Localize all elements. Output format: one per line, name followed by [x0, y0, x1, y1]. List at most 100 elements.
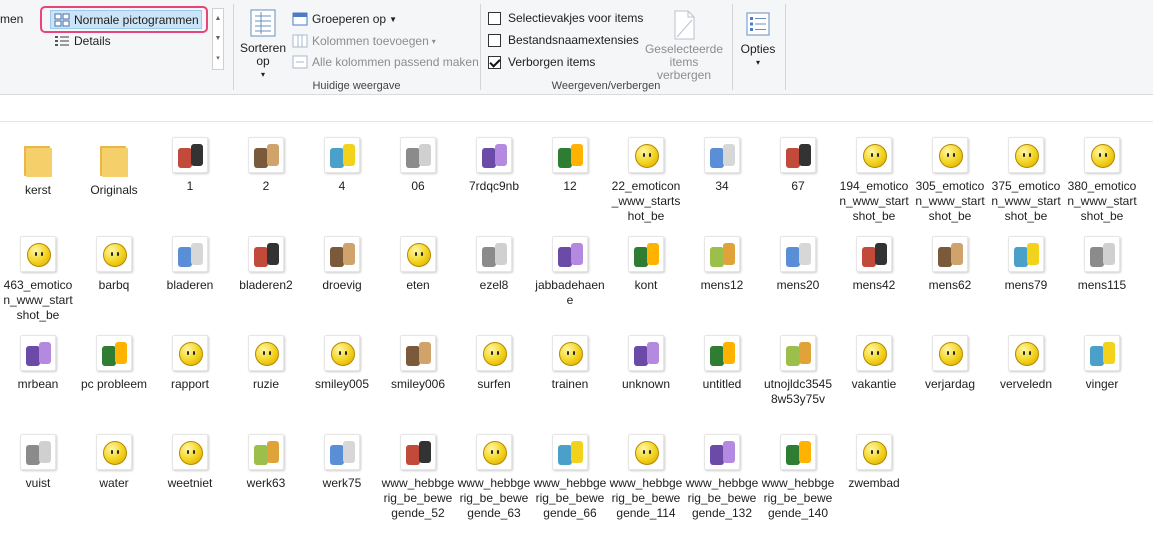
file-item[interactable]: vuist: [1, 434, 75, 491]
file-item[interactable]: 34: [685, 137, 759, 194]
file-item[interactable]: unknown: [609, 335, 683, 392]
file-name: kont: [634, 278, 658, 292]
file-item[interactable]: www_hebbgerig_be_bewegende_140: [761, 434, 835, 521]
file-item[interactable]: Originals: [77, 137, 151, 198]
hidden-items-toggle[interactable]: Verborgen items: [488, 55, 595, 69]
file-item[interactable]: 305_emoticon_www_startshot_be: [913, 137, 987, 224]
group-by-button[interactable]: Groeperen op ▼: [292, 11, 397, 27]
file-item[interactable]: 1: [153, 137, 227, 194]
file-item[interactable]: www_hebbgerig_be_bewegende_114: [609, 434, 683, 521]
file-extensions-checkbox[interactable]: [488, 33, 501, 47]
file-item[interactable]: mens115: [1065, 236, 1139, 293]
normal-icons-button[interactable]: Normale pictogrammen: [54, 12, 199, 28]
file-name: www_hebbgerig_be_bewegende_114: [609, 476, 683, 520]
file-item[interactable]: 463_emoticon_www_startshot_be: [1, 236, 75, 323]
scroll-down-icon[interactable]: ▼: [215, 29, 222, 49]
file-item[interactable]: 375_emoticon_www_startshot_be: [989, 137, 1063, 224]
file-item[interactable]: mens62: [913, 236, 987, 293]
file-item[interactable]: bladeren: [153, 236, 227, 293]
file-item[interactable]: werk75: [305, 434, 379, 491]
file-item[interactable]: ezel8: [457, 236, 531, 293]
item-checkboxes-toggle[interactable]: Selectievakjes voor items: [488, 11, 643, 25]
smiley-thumbnail-icon: [400, 236, 436, 272]
image-thumbnail-icon: [20, 335, 56, 371]
smiley-thumbnail-icon: [324, 335, 360, 371]
add-columns-button[interactable]: Kolommen toevoegen ▾: [292, 33, 436, 49]
file-item[interactable]: 06: [381, 137, 455, 194]
hide-selected-button[interactable]: Geselecteerde items verbergen: [639, 10, 729, 82]
file-item[interactable]: kerst: [1, 137, 75, 198]
layout-gallery-scroller[interactable]: ▲ ▼ ▾: [212, 8, 224, 70]
file-item[interactable]: trainen: [533, 335, 607, 392]
scroll-up-icon[interactable]: ▲: [215, 9, 222, 29]
file-item[interactable]: bladeren2: [229, 236, 303, 293]
file-item[interactable]: 380_emoticon_www_startshot_be: [1065, 137, 1139, 224]
file-item[interactable]: rapport: [153, 335, 227, 392]
sort-by-button[interactable]: Sorteren op ▾: [240, 8, 286, 81]
file-item[interactable]: pc probleem: [77, 335, 151, 392]
file-item[interactable]: 12: [533, 137, 607, 194]
file-item[interactable]: smiley005: [305, 335, 379, 392]
chevron-down-icon: ▼: [389, 14, 397, 24]
file-item[interactable]: vakantie: [837, 335, 911, 392]
file-item[interactable]: jabbadehaene: [533, 236, 607, 308]
file-item[interactable]: www_hebbgerig_be_bewegende_132: [685, 434, 759, 521]
file-item[interactable]: verjardag: [913, 335, 987, 392]
size-all-columns-button[interactable]: Alle kolommen passend maken: [292, 54, 479, 70]
file-item[interactable]: verveledn: [989, 335, 1063, 392]
file-item[interactable]: vinger: [1065, 335, 1139, 392]
file-item[interactable]: www_hebbgerig_be_bewegende_66: [533, 434, 607, 521]
smiley-thumbnail-icon: [856, 335, 892, 371]
file-item[interactable]: surfen: [457, 335, 531, 392]
smiley-thumbnail-icon: [628, 137, 664, 173]
file-name: water: [99, 476, 129, 490]
file-item[interactable]: 7rdqc9nb: [457, 137, 531, 194]
expand-gallery-icon[interactable]: ▾: [216, 49, 220, 69]
options-button[interactable]: Opties ▾: [736, 10, 780, 69]
chevron-down-icon: ▾: [431, 36, 436, 46]
image-thumbnail-icon: [476, 236, 512, 272]
file-item[interactable]: zwembad: [837, 434, 911, 491]
file-item[interactable]: mrbean: [1, 335, 75, 392]
smiley-thumbnail-icon: [20, 236, 56, 272]
details-button[interactable]: Details: [54, 33, 111, 49]
file-item[interactable]: 194_emoticon_www_startshot_be: [837, 137, 911, 224]
file-item[interactable]: weetniet: [153, 434, 227, 491]
file-item[interactable]: mens79: [989, 236, 1063, 293]
group-by-label: Groeperen op: [312, 12, 387, 26]
file-item[interactable]: 2: [229, 137, 303, 194]
file-extensions-toggle[interactable]: Bestandsnaamextensies: [488, 33, 639, 47]
file-item[interactable]: www_hebbgerig_be_bewegende_52: [381, 434, 455, 521]
hidden-items-checkbox[interactable]: [488, 55, 501, 69]
file-name: 380_emoticon_www_startshot_be: [1067, 179, 1137, 223]
item-checkboxes-checkbox[interactable]: [488, 11, 501, 25]
file-item[interactable]: droevig: [305, 236, 379, 293]
file-name: verjardag: [924, 377, 976, 391]
file-item[interactable]: 22_emoticon_www_startshot_be: [609, 137, 683, 224]
file-item[interactable]: mens20: [761, 236, 835, 293]
file-name: 463_emoticon_www_startshot_be: [3, 278, 73, 322]
file-name: kerst: [24, 183, 51, 197]
file-item[interactable]: 67: [761, 137, 835, 194]
file-item[interactable]: utnojldc35458w53y75v: [761, 335, 835, 407]
file-item[interactable]: mens12: [685, 236, 759, 293]
file-item[interactable]: mens42: [837, 236, 911, 293]
file-item[interactable]: 4: [305, 137, 379, 194]
file-name: www_hebbgerig_be_bewegende_140: [761, 476, 835, 520]
file-item[interactable]: barbq: [77, 236, 151, 293]
group-by-icon: [292, 11, 308, 27]
file-item[interactable]: www_hebbgerig_be_bewegende_63: [457, 434, 531, 521]
layout-option-partial[interactable]: men: [0, 12, 23, 26]
file-item[interactable]: werk63: [229, 434, 303, 491]
file-item[interactable]: smiley006: [381, 335, 455, 392]
file-name: ruzie: [252, 377, 279, 391]
file-item[interactable]: ruzie: [229, 335, 303, 392]
sort-icon: [248, 8, 278, 38]
file-name: mens12: [700, 278, 744, 292]
file-item[interactable]: water: [77, 434, 151, 491]
file-item[interactable]: untitled: [685, 335, 759, 392]
smiley-thumbnail-icon: [172, 335, 208, 371]
file-item[interactable]: kont: [609, 236, 683, 293]
smiley-thumbnail-icon: [476, 434, 512, 470]
file-item[interactable]: eten: [381, 236, 455, 293]
